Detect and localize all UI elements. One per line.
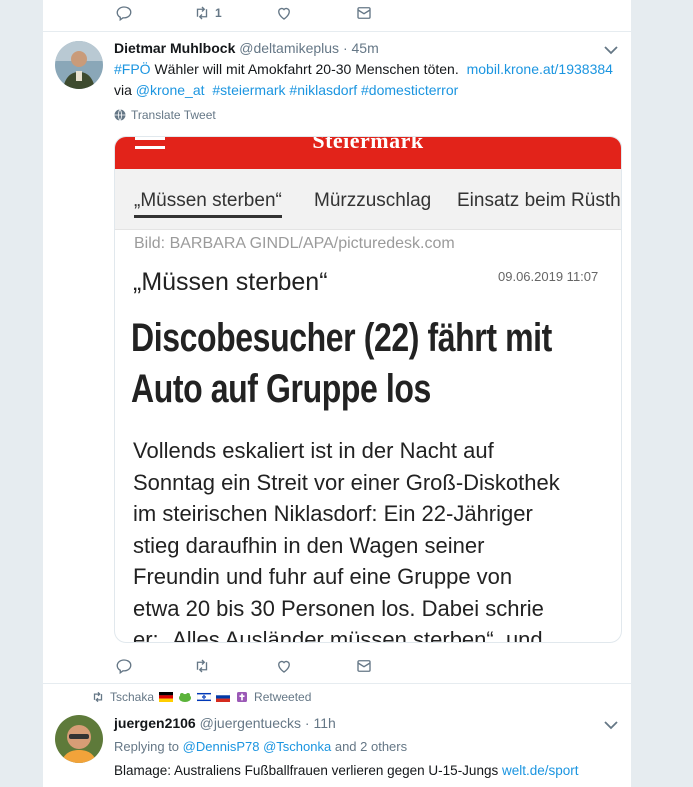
tweet-text-main: Blamage: Australiens Fußballfrauen verli… <box>114 763 499 778</box>
retweet-button[interactable] <box>193 655 211 677</box>
headline-line: Discobesucher (22) fährt mit <box>131 316 552 360</box>
like-icon <box>278 660 290 673</box>
hashtag-domesticterror[interactable]: #domesticterror <box>361 82 458 98</box>
chevron-down-icon[interactable] <box>604 45 618 55</box>
body-line: etwa 20 bis 30 Personen los. Dabei schri… <box>133 595 544 621</box>
tweet-text: Blamage: Australiens Fußballfrauen verli… <box>114 763 579 778</box>
translate-label: Translate Tweet <box>131 108 216 122</box>
headline-line: Auto auf Gruppe los <box>131 367 431 411</box>
tweet-actions <box>43 655 631 679</box>
body-line: stieg daraufhin in den Wagen seiner <box>133 532 485 558</box>
retweeter-name[interactable]: Tschaka <box>110 690 154 704</box>
timestamp[interactable]: 11h <box>313 715 335 731</box>
body-line: Vollends eskaliert ist in der Nacht auf <box>133 438 494 463</box>
body-line: Sonntag ein Streit vor einer Groß-Diskot… <box>133 469 560 495</box>
reply-button[interactable] <box>115 655 133 677</box>
site-brand: Steiermark <box>312 136 424 153</box>
israel-flag-icon <box>197 692 212 702</box>
timestamp[interactable]: 45m <box>352 40 379 56</box>
mention-krone[interactable]: @krone_at <box>136 82 205 98</box>
replying-to: Replying to @DennisP78 @Tschonka and 2 o… <box>114 739 407 754</box>
retweet-icon <box>196 659 208 673</box>
timeline-column: 1 Dietmar Muhlbock @deltamikeplus · 45m … <box>42 0 632 787</box>
like-button[interactable] <box>275 2 293 24</box>
germany-flag-icon <box>159 692 174 702</box>
retweeted-label: Retweeted <box>254 690 312 704</box>
retweet-button[interactable]: 1 <box>193 2 222 24</box>
tweet-header: juergen2106 @juergentuecks · 11h <box>114 715 336 731</box>
avatar-image <box>55 41 103 89</box>
dm-button[interactable] <box>355 2 373 24</box>
article-link[interactable]: welt.de/sport <box>502 763 579 778</box>
handle[interactable]: @juergentuecks <box>200 715 301 731</box>
translate-tweet-button[interactable]: Translate Tweet <box>114 108 216 122</box>
body-line: im steirischen Niklasdorf: Ein 22-Jährig… <box>133 501 533 526</box>
reply-mention[interactable]: @Tschonka <box>263 739 331 754</box>
dm-icon <box>357 660 371 672</box>
body-line: er: „Alles Ausländer müssen sterben“, un… <box>133 627 543 643</box>
display-name[interactable]: Dietmar Muhlbock <box>114 40 235 56</box>
nav-item: Mürzzuschlag <box>314 190 432 211</box>
nav-item: „Müssen sterben“ <box>134 190 282 218</box>
article-date: 09.06.2019 11:07 <box>498 269 599 284</box>
handle[interactable]: @deltamikeplus <box>239 40 339 56</box>
tweet-text: #FPÖ Wähler will mit Amokfahrt 20-30 Men… <box>114 59 613 101</box>
hashtag-niklasdorf[interactable]: #niklasdorf <box>289 82 357 98</box>
article-kicker: „Müssen sterben“ <box>133 268 328 296</box>
site-nav: „Müssen sterben“ Mürzzuschlag Einsatz be… <box>115 169 621 230</box>
chevron-down-icon[interactable] <box>604 720 618 730</box>
globe-icon <box>114 109 126 121</box>
retweet-icon <box>196 6 208 20</box>
article-link[interactable]: mobil.krone.at/1938384 <box>467 61 613 77</box>
frog-icon <box>179 693 192 702</box>
divider <box>43 31 631 32</box>
reply-icon <box>116 6 132 22</box>
avatar-image <box>55 715 103 763</box>
site-header-bar: Steiermark <box>115 137 621 169</box>
reply-mention[interactable]: @DennisP78 <box>183 739 260 754</box>
dm-icon <box>357 7 371 19</box>
display-name[interactable]: juergen2106 <box>114 715 196 731</box>
retweeted-by-row: Tschaka Retweeted <box>91 690 311 704</box>
russia-flag-icon <box>216 692 231 702</box>
like-button[interactable] <box>275 655 293 677</box>
retweet-count: 1 <box>215 6 222 20</box>
article-headline: Discobesucher (22) fährt mit Auto auf Gr… <box>131 313 552 415</box>
reply-icon <box>116 659 132 675</box>
body-line: Freundin und fuhr auf eine Gruppe von <box>133 564 513 589</box>
hashtag-steiermark[interactable]: #steiermark <box>212 82 285 98</box>
replying-to-label: Replying to <box>114 739 180 754</box>
tweet-header: Dietmar Muhlbock @deltamikeplus · 45m <box>114 40 379 56</box>
hashtag-fpo[interactable]: #FPÖ <box>114 61 151 77</box>
dm-button[interactable] <box>355 655 373 677</box>
retweet-icon <box>93 691 103 703</box>
and-others-link[interactable]: and 2 others <box>335 739 407 754</box>
link-preview-card[interactable]: Steiermark „Müssen sterben“ Mürzzuschlag… <box>114 136 622 643</box>
divider <box>43 683 631 684</box>
dot-separator: · <box>342 40 348 56</box>
dot-separator: · <box>304 715 310 731</box>
reply-button[interactable] <box>115 2 133 24</box>
nav-item: Einsatz beim Rüsth <box>457 190 621 211</box>
cross-icon <box>237 692 248 702</box>
like-icon <box>278 7 290 20</box>
via-label: via <box>114 82 132 98</box>
article-body: Vollends eskaliert ist in der Nacht auf … <box>133 435 621 643</box>
prev-tweet-actions: 1 <box>43 2 631 26</box>
avatar[interactable] <box>55 715 103 763</box>
image-credit: Bild: BARBARA GINDL/APA/picturedesk.com <box>134 235 455 252</box>
avatar[interactable] <box>55 41 103 89</box>
tweet-text-main: Wähler will mit Amokfahrt 20-30 Menschen… <box>154 61 459 77</box>
